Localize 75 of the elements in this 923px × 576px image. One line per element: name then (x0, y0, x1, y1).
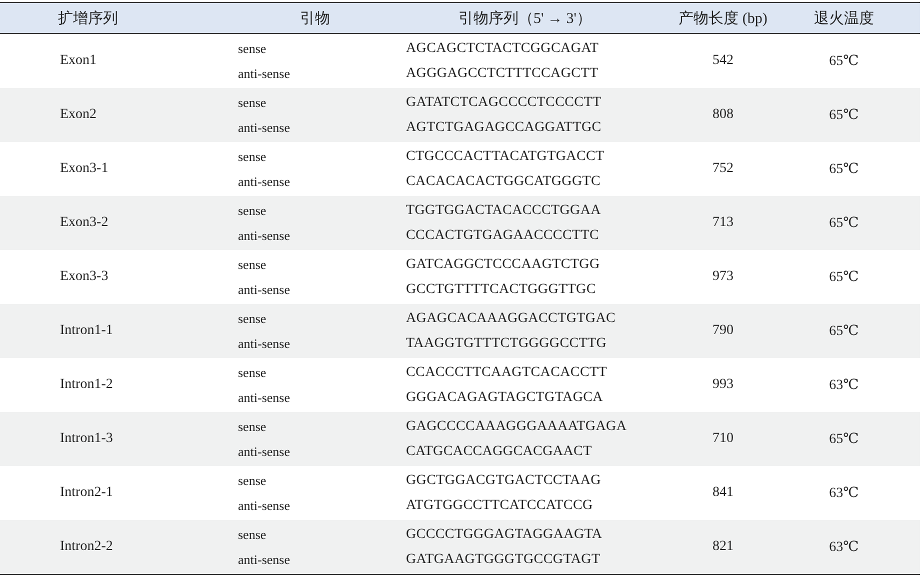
table-cell-text: Intron1-3 (59, 431, 114, 447)
table-cell-text: CCACCCTTCAAGTCACACCTT (406, 364, 608, 380)
table-cell-text: 993 (712, 377, 734, 393)
table-cell-text: AGCAGCTCTACTCGGCAGAT (406, 40, 600, 56)
table-cell-text: CATGCACCAGGCACGAACT (406, 444, 593, 460)
table-cell-text: ATGTGGCCTTCATCCATCCG (406, 498, 594, 514)
table-cell-text: GATATCTCAGCCCCTCCCCTT (406, 94, 602, 110)
table-cell-text: anti-sense (238, 228, 291, 244)
table-cell-text: 821 (712, 539, 734, 555)
table-cell-text: 65℃ (828, 52, 860, 70)
table-cell-text: anti-sense (238, 336, 291, 352)
table-cell-text: 790 (712, 323, 734, 339)
table-cell-text: 63℃ (828, 484, 860, 502)
table-cell-text: 65℃ (828, 106, 860, 124)
table-cell-text: TAAGGTGTTTCTGGGGCCTTG (406, 336, 608, 352)
table-cell-text: GGGACAGAGTAGCTGTAGCA (406, 390, 604, 406)
table-cell-text: sense (238, 94, 268, 110)
table-cell-text: 65℃ (828, 268, 860, 286)
table-cell-text: TGGTGGACTACACCCTGGAA (406, 202, 602, 218)
table-cell-text: CCCACTGTGAGAACCCCTTC (406, 228, 600, 244)
table-cell-text: 65℃ (828, 160, 860, 178)
table-cell-text: anti-sense (238, 174, 291, 190)
table-cell-text: anti-sense (238, 498, 291, 514)
column-header: 产物长度 (bp) (678, 9, 768, 28)
table-cell-text: 65℃ (828, 430, 860, 448)
table-cell-text: anti-sense (238, 282, 291, 298)
table-cell-text: sense (238, 310, 268, 326)
column-header: 退火温度 (813, 9, 875, 28)
table-cell-text: AGGGAGCCTCTTTCCAGCTT (406, 66, 600, 82)
table-cell-text: sense (238, 202, 268, 218)
table-cell-text: 808 (712, 107, 734, 123)
column-header: 引物 (299, 10, 331, 28)
table-cell-text: AGAGCACAAAGGACCTGTGAC (406, 310, 617, 326)
table-cell-text: 713 (712, 215, 734, 231)
table-cell-text: GAGCCCCAAAGGGAAAATGAGA (406, 418, 628, 434)
table-cell-text: Exon3-3 (59, 269, 110, 285)
table-cell-text: 710 (712, 431, 734, 447)
table-cell-text: anti-sense (238, 66, 291, 82)
table-cell-text: Exon1 (59, 53, 98, 69)
table-cell-text: sense (238, 364, 268, 380)
table-cell-text: 973 (712, 269, 734, 285)
table-cell-text: GCCTGTTTTCACTGGGTTGC (406, 282, 597, 298)
table-cell-text: Exon3-1 (59, 161, 110, 177)
table-cell-text: sense (238, 148, 268, 164)
table-cell-text: Exon2 (59, 107, 98, 123)
table-cell-text: sense (238, 418, 268, 434)
table-cell-text: sense (238, 256, 268, 272)
table-cell-text: Intron2-1 (59, 485, 114, 501)
table-cell-text: 841 (712, 485, 734, 501)
table-cell-text: CACACACACTGGCATGGGTC (406, 174, 602, 190)
table-cell-text: anti-sense (238, 120, 291, 136)
table-cell-text: anti-sense (238, 444, 291, 460)
table-cell-text: anti-sense (238, 390, 291, 406)
table-cell-text: 65℃ (828, 214, 860, 232)
column-header: 引物序列（5' → 3'） (458, 9, 592, 28)
table-cell-text: Intron1-2 (59, 377, 114, 393)
table-cell-text: anti-sense (238, 552, 291, 568)
table-cell-text: sense (238, 526, 268, 542)
table-cell-text: CTGCCCACTTACATGTGACCT (406, 148, 606, 164)
table-cell-text: GATGAAGTGGGTGCCGTAGT (406, 552, 602, 568)
table-cell-text: GATCAGGCTCCCAAGTCTGG (406, 256, 601, 272)
table-cell-text: AGTCTGAGAGCCAGGATTGC (406, 120, 602, 136)
table-cell-text: 752 (712, 161, 734, 177)
table-cell-text: GGCTGGACGTGACTCCTAAG (406, 472, 602, 488)
column-header: 扩增序列 (57, 9, 119, 28)
table-cell-text: 63℃ (828, 376, 860, 394)
table-cell-text: Exon3-2 (59, 215, 110, 231)
table-cell-text: 542 (712, 53, 734, 69)
table-cell-text: GCCCCTGGGAGTAGGAAGTA (406, 526, 604, 542)
table-cell-text: 63℃ (828, 538, 860, 556)
table-cell-text: Intron1-1 (59, 323, 114, 339)
table-cell-text: sense (238, 472, 268, 488)
table-cell-text: sense (238, 40, 268, 56)
table-cell-text: Intron2-2 (59, 539, 114, 555)
table-cell-text: 65℃ (828, 322, 860, 340)
